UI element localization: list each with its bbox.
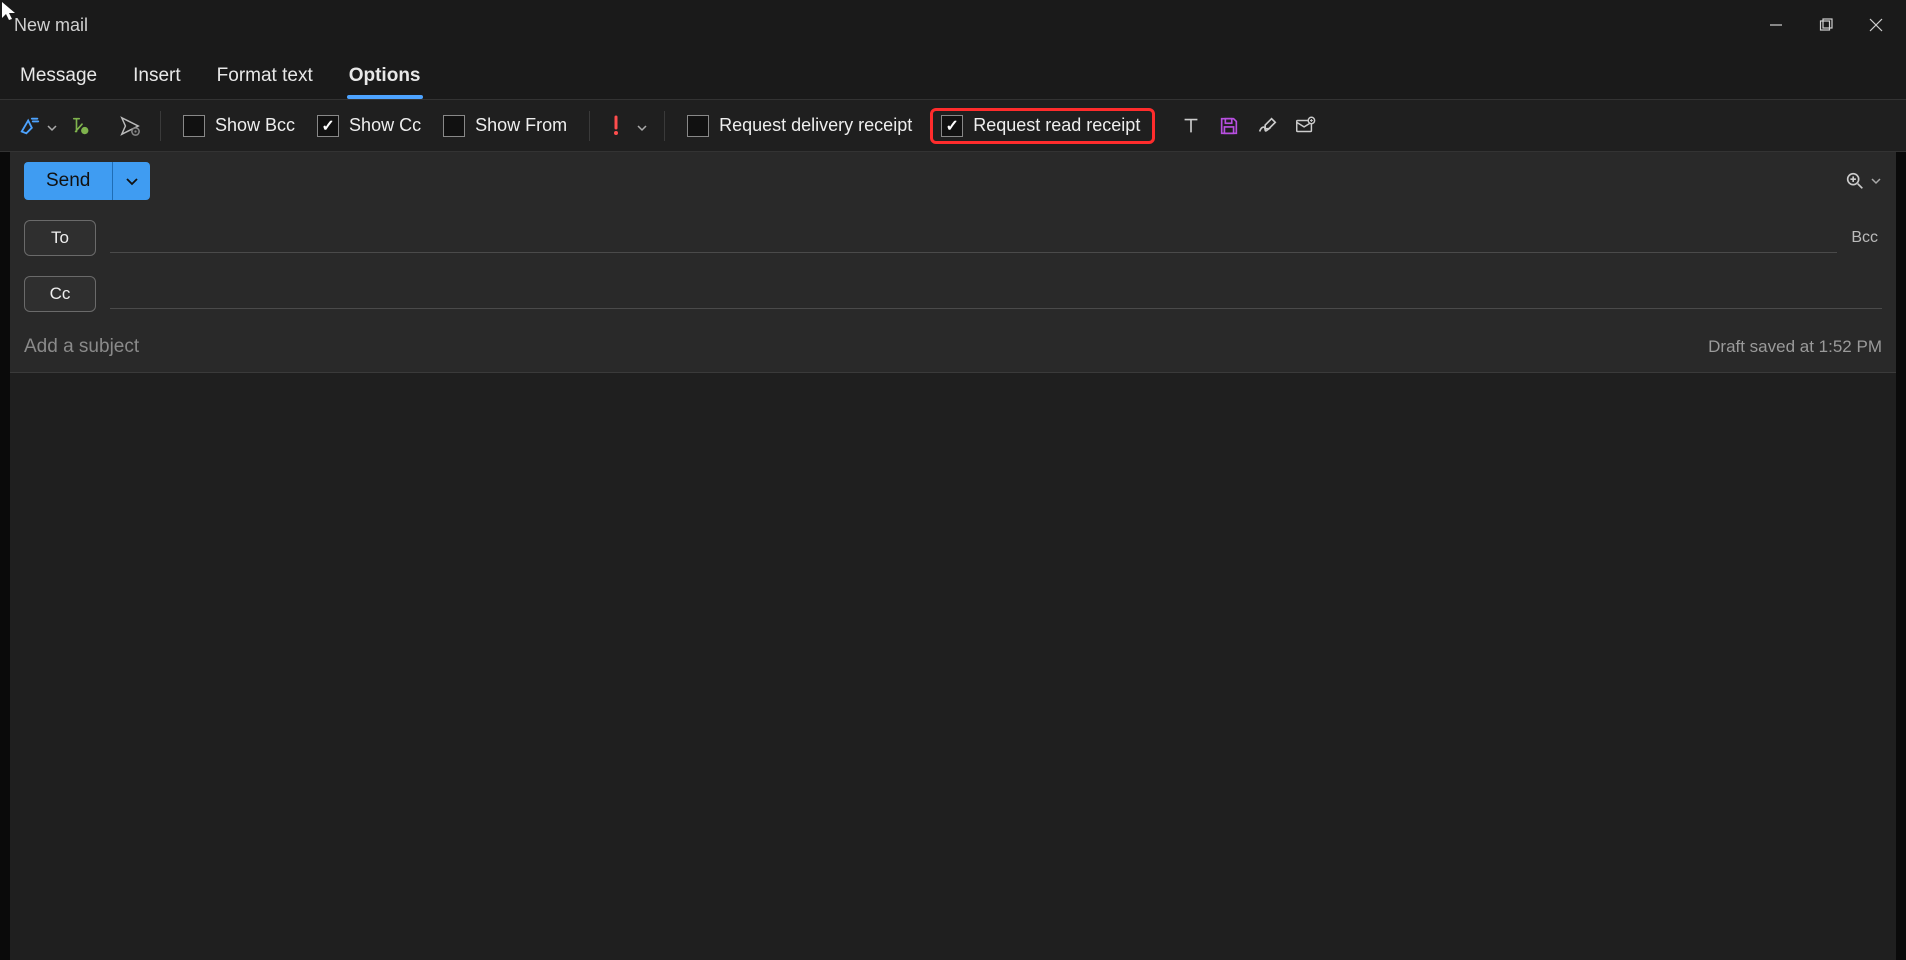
send-button[interactable]: Send xyxy=(24,162,112,200)
chevron-down-icon xyxy=(636,121,646,131)
close-button[interactable] xyxy=(1866,15,1886,35)
checkbox-checked-icon xyxy=(941,115,963,137)
importance-high-icon xyxy=(608,115,624,137)
tab-insert[interactable]: Insert xyxy=(131,55,183,99)
plain-text-icon[interactable] xyxy=(1179,114,1203,138)
tab-format-text[interactable]: Format text xyxy=(215,55,315,99)
show-bcc-checkbox[interactable]: Show Bcc xyxy=(179,113,299,139)
send-dropdown[interactable] xyxy=(112,162,150,200)
tab-options[interactable]: Options xyxy=(347,55,423,99)
draft-status: Draft saved at 1:52 PM xyxy=(1688,337,1882,357)
show-cc-label: Show Cc xyxy=(349,115,421,136)
request-delivery-receipt-checkbox[interactable]: Request delivery receipt xyxy=(683,113,916,139)
window-title: New mail xyxy=(10,15,88,36)
tab-message[interactable]: Message xyxy=(18,55,99,99)
request-read-receipt-checkbox[interactable]: Request read receipt xyxy=(930,108,1155,144)
cc-field[interactable] xyxy=(110,279,1882,309)
request-delivery-label: Request delivery receipt xyxy=(719,115,912,136)
bcc-link[interactable]: Bcc xyxy=(1851,229,1882,247)
themes-icon[interactable] xyxy=(18,114,42,138)
compose-area: Send To Bcc Cc Draft saved at xyxy=(10,152,1896,960)
minimize-button[interactable] xyxy=(1766,15,1786,35)
page-color-icon[interactable] xyxy=(70,114,94,138)
ribbon-tabs: Message Insert Format text Options xyxy=(0,50,1906,100)
show-from-checkbox[interactable]: Show From xyxy=(439,113,571,139)
checkbox-icon xyxy=(443,115,465,137)
checkbox-icon xyxy=(183,115,205,137)
message-options-icon[interactable] xyxy=(1293,114,1317,138)
maximize-button[interactable] xyxy=(1816,15,1836,35)
cc-button[interactable]: Cc xyxy=(24,276,96,312)
show-cc-checkbox[interactable]: Show Cc xyxy=(313,113,425,139)
themes-dropdown-icon[interactable] xyxy=(46,121,56,131)
show-bcc-label: Show Bcc xyxy=(215,115,295,136)
zoom-icon xyxy=(1844,170,1866,192)
checkbox-checked-icon xyxy=(317,115,339,137)
message-body[interactable] xyxy=(10,373,1896,960)
show-from-label: Show From xyxy=(475,115,567,136)
importance-dropdown[interactable] xyxy=(608,115,646,137)
subject-input[interactable] xyxy=(24,336,1688,358)
chevron-down-icon xyxy=(1870,175,1882,187)
save-icon[interactable] xyxy=(1217,114,1241,138)
request-read-label: Request read receipt xyxy=(973,115,1140,136)
send-options-icon[interactable] xyxy=(118,114,142,138)
ribbon: Show Bcc Show Cc Show From Request deliv… xyxy=(0,100,1906,152)
send-button-group: Send xyxy=(24,162,150,200)
signature-icon[interactable] xyxy=(1255,114,1279,138)
to-field[interactable] xyxy=(110,223,1837,253)
checkbox-icon xyxy=(687,115,709,137)
to-button[interactable]: To xyxy=(24,220,96,256)
chevron-down-icon xyxy=(124,173,140,189)
zoom-dropdown[interactable] xyxy=(1844,170,1882,192)
